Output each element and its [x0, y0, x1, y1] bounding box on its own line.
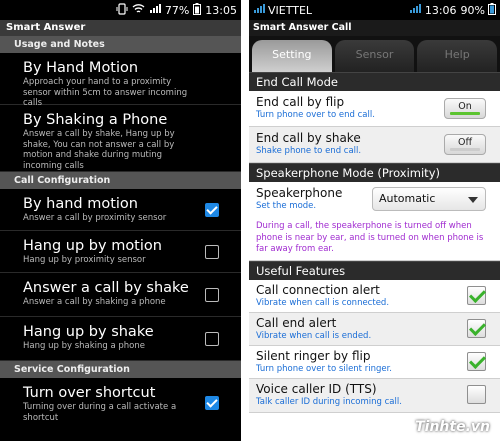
toggle-label: On — [458, 101, 472, 112]
app-title: Smart Answer — [0, 20, 241, 36]
vibrate-icon — [116, 2, 128, 18]
toggle-end-call-by-flip[interactable]: On — [444, 98, 486, 119]
wifi-icon — [132, 3, 145, 17]
toggle-end-call-by-shake[interactable]: Off — [444, 134, 486, 155]
checkbox-by-hand-motion[interactable] — [205, 203, 219, 217]
pref-silent-ringer-by-flip[interactable]: Silent ringer by flip Turn phone over to… — [249, 345, 500, 379]
pref-call-end-alert[interactable]: Call end alert Vibrate when call is ende… — [249, 312, 500, 346]
pref-hang-up-by-shake[interactable]: Hang up by shake Hang up by shaking a ph… — [0, 317, 241, 361]
right-phone-screen: VIETTEL 13:06 90% Smart Answer Call Sett… — [249, 0, 500, 441]
clock: 13:05 — [205, 3, 237, 17]
status-bar: 77% 13:05 — [0, 0, 241, 20]
speakerphone-mode-select[interactable]: Automatic — [372, 187, 486, 211]
carrier-name: VIETTEL — [268, 3, 313, 17]
left-phone-screen: 77% 13:05 Smart Answer Usage and Notes B… — [0, 0, 241, 441]
toggle-label: Off — [457, 137, 473, 148]
pref-voice-caller-id[interactable]: Voice caller ID (TTS) Talk caller ID dur… — [249, 378, 500, 413]
item-summary: Turn phone over to silent ringer. — [256, 363, 393, 374]
pref-call-connection-alert[interactable]: Call connection alert Vibrate when call … — [249, 279, 500, 313]
item-title: By Hand Motion — [23, 60, 139, 76]
signal-bars-icon — [409, 3, 421, 17]
section-header-call-config: Call Configuration — [0, 172, 241, 189]
list-item[interactable]: By Hand Motion Approach your hand to a p… — [0, 53, 241, 108]
pref-by-hand-motion[interactable]: By hand motion Answer a call by proximit… — [0, 189, 241, 231]
pref-speakerphone[interactable]: Speakerphone Set the mode. Automatic — [249, 182, 500, 218]
toggle-indicator — [450, 148, 480, 151]
checkbox-silent-ringer-by-flip[interactable] — [467, 351, 486, 371]
chevron-down-icon — [468, 197, 478, 203]
checkbox-call-end-alert[interactable] — [467, 318, 486, 338]
checkbox-turn-over-shortcut[interactable] — [205, 396, 219, 410]
pref-hang-up-by-motion[interactable]: Hang up by motion Hang up by proximity s… — [0, 231, 241, 273]
item-title: Call connection alert — [256, 282, 380, 297]
section-header-speakerphone: Speakerphone Mode (Proximity) — [249, 163, 500, 182]
pref-answer-by-shake[interactable]: Answer a call by shake Answer a call by … — [0, 273, 241, 317]
tab-sensor[interactable]: Sensor — [334, 40, 415, 72]
item-summary: Vibrate when call is ended. — [256, 330, 372, 341]
pref-end-call-by-flip[interactable]: End call by flip Turn phone over to end … — [249, 91, 500, 127]
section-header-service: Service Configuration — [0, 361, 241, 378]
tab-bar: Setting Sensor Help — [249, 36, 500, 72]
checkbox-call-connection-alert[interactable] — [467, 285, 486, 305]
select-value: Automatic — [379, 192, 436, 205]
item-summary: Approach your hand to a proximity sensor… — [23, 77, 188, 108]
status-bar: VIETTEL 13:06 90% — [249, 0, 500, 20]
item-summary: Talk caller ID during incoming call. — [256, 396, 402, 407]
battery-icon — [193, 2, 202, 18]
item-summary: Answer a call by shake, Hang up by shake… — [23, 129, 175, 171]
battery-percent: 90% — [460, 3, 485, 17]
checkbox-voice-caller-id[interactable] — [467, 384, 486, 404]
list-item[interactable]: By Shaking a Phone Answer a call by shak… — [0, 105, 241, 172]
signal-icon — [149, 3, 161, 17]
item-title: Voice caller ID (TTS) — [256, 381, 377, 396]
section-header-usage: Usage and Notes — [0, 36, 241, 53]
checkbox-hang-up-by-motion[interactable] — [205, 245, 219, 259]
item-title: Call end alert — [256, 315, 337, 330]
item-summary: Vibrate when call is connected. — [256, 297, 390, 308]
battery-percent: 77% — [164, 3, 190, 17]
tab-setting[interactable]: Setting — [252, 40, 332, 72]
signal-icon — [253, 3, 265, 17]
checkbox-hang-up-by-shake[interactable] — [205, 332, 219, 346]
battery-icon — [488, 2, 496, 18]
tab-help[interactable]: Help — [417, 40, 498, 72]
clock: 13:06 — [424, 3, 457, 17]
section-header-end-call: End Call Mode — [249, 72, 500, 91]
app-title: Smart Answer Call — [249, 20, 500, 36]
watermark: Tinhte.vn — [415, 419, 490, 435]
toggle-indicator — [450, 112, 480, 115]
pref-turn-over-shortcut[interactable]: Turn over shortcut Turning over during a… — [0, 378, 241, 438]
checkbox-answer-by-shake[interactable] — [205, 288, 219, 302]
section-header-useful: Useful Features — [249, 260, 500, 280]
pref-end-call-by-shake[interactable]: End call by shake Shake phone to end cal… — [249, 127, 500, 163]
item-title: Silent ringer by flip — [256, 348, 371, 363]
speakerphone-note: During a call, the speakerphone is turne… — [249, 218, 500, 261]
item-title: By Shaking a Phone — [23, 112, 168, 128]
